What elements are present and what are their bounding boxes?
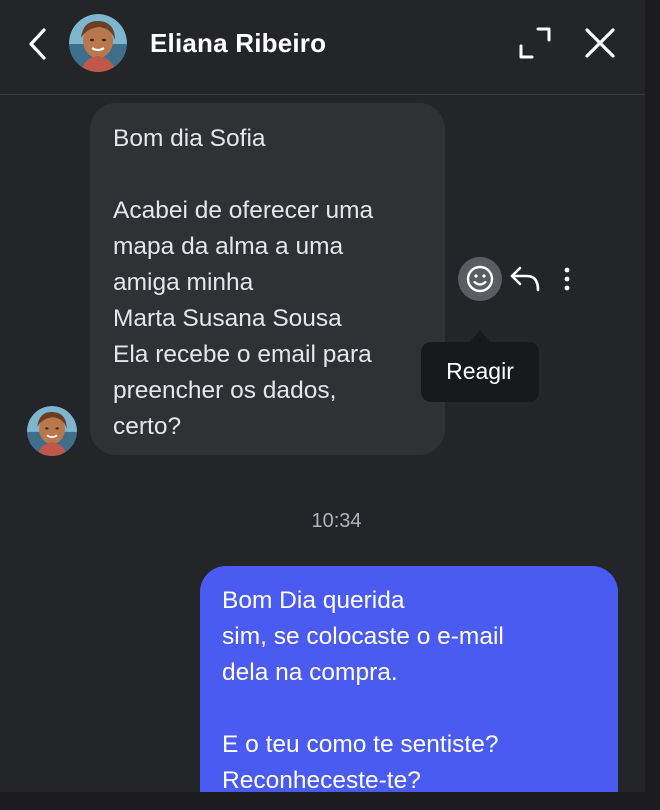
composer-area xyxy=(0,792,660,810)
tooltip-arrow xyxy=(470,330,490,342)
contact-name[interactable]: Eliana Ribeiro xyxy=(150,28,326,59)
tooltip-label: Reagir xyxy=(446,358,514,384)
react-button[interactable] xyxy=(458,257,502,301)
outgoing-message-text: Bom Dia querida sim, se colocaste o e-ma… xyxy=(222,587,504,794)
expand-icon xyxy=(519,27,551,59)
sender-avatar[interactable] xyxy=(27,406,77,456)
close-button[interactable] xyxy=(583,26,617,60)
reply-icon xyxy=(510,266,540,292)
more-options-button[interactable] xyxy=(555,262,579,296)
incoming-message-bubble[interactable]: Bom dia Sofia Acabei de oferecer uma map… xyxy=(90,103,445,455)
incoming-message-text: Bom dia Sofia Acabei de oferecer uma map… xyxy=(113,125,374,440)
close-icon xyxy=(585,28,615,58)
back-button[interactable] xyxy=(24,26,54,62)
expand-button[interactable] xyxy=(518,26,552,60)
reply-button[interactable] xyxy=(508,262,542,296)
chat-window: Eliana Ribeiro Bom dia Sofia Acabei de o… xyxy=(0,0,645,810)
chevron-left-icon xyxy=(29,28,46,60)
smiley-icon xyxy=(466,265,494,293)
react-tooltip: Reagir xyxy=(421,342,539,402)
chat-header: Eliana Ribeiro xyxy=(0,0,645,95)
more-vertical-icon xyxy=(564,267,570,291)
outgoing-message-bubble[interactable]: Bom Dia querida sim, se colocaste o e-ma… xyxy=(200,566,618,810)
contact-avatar[interactable] xyxy=(69,14,127,72)
message-timestamp: 10:34 xyxy=(311,510,362,532)
